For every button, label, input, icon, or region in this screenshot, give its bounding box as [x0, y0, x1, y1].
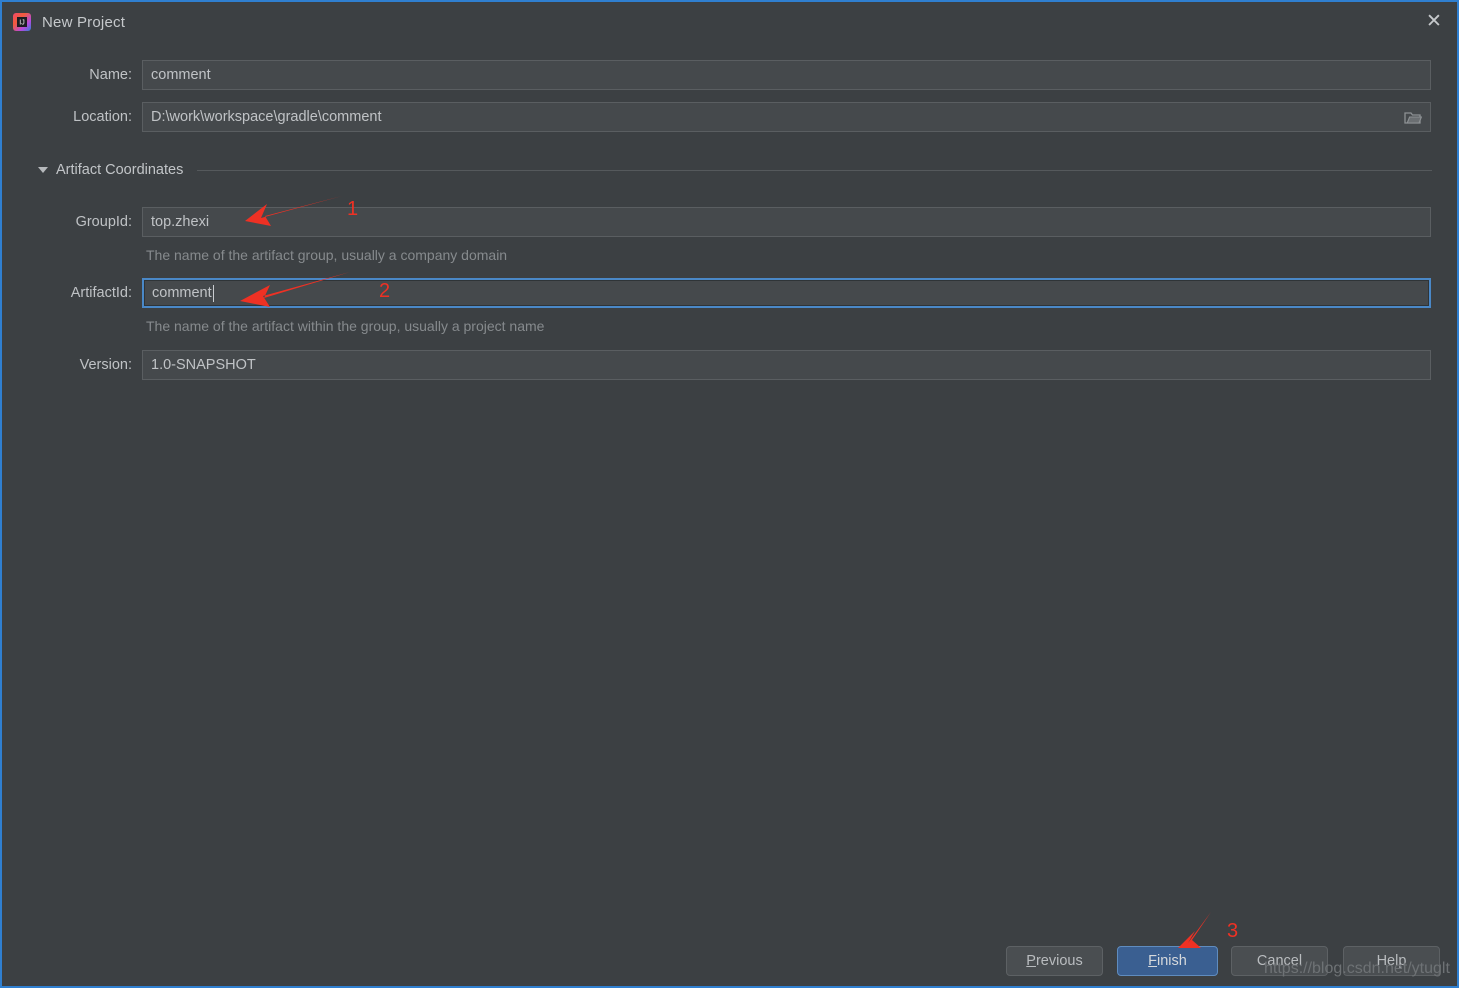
- location-label: Location:: [73, 109, 132, 125]
- folder-icon[interactable]: [1396, 103, 1430, 131]
- annotation-number-2: 2: [379, 280, 391, 302]
- name-label: Name:: [89, 67, 132, 83]
- section-divider: [197, 169, 1432, 171]
- previous-button[interactable]: Previous: [1006, 946, 1103, 976]
- text-caret: [212, 284, 214, 302]
- triangle-down-icon[interactable]: [38, 167, 48, 173]
- artifact-id-label: ArtifactId:: [70, 285, 132, 301]
- dialog-title: New Project: [42, 13, 126, 31]
- version-label: Version:: [79, 357, 132, 373]
- intellij-idea-icon: IJ: [12, 12, 32, 32]
- version-field[interactable]: 1.0-SNAPSHOT: [142, 350, 1431, 380]
- group-id-hint: The name of the artifact group, usually …: [146, 247, 508, 263]
- finish-button[interactable]: Finish: [1117, 946, 1218, 976]
- section-title: Artifact Coordinates: [56, 162, 184, 178]
- finish-mnemonic: F: [1148, 953, 1158, 969]
- artifact-id-field[interactable]: comment: [142, 278, 1431, 308]
- version-row: Version: 1.0-SNAPSHOT: [32, 350, 1432, 380]
- previous-mnemonic: P: [1026, 953, 1036, 969]
- artifact-id-row: ArtifactId: comment: [32, 278, 1432, 308]
- group-id-row: GroupId: top.zhexi: [32, 207, 1432, 237]
- title-bar: IJ New Project ✕: [2, 2, 1457, 42]
- artifact-id-hint: The name of the artifact within the grou…: [146, 318, 545, 334]
- close-icon[interactable]: ✕: [1411, 2, 1457, 40]
- group-id-field[interactable]: top.zhexi: [142, 207, 1431, 237]
- watermark: https://blog.csdn.net/ytuglt: [1264, 960, 1450, 977]
- artifact-id-value: comment: [152, 285, 212, 301]
- new-project-dialog: IJ New Project ✕ Name: comment Location:…: [0, 0, 1459, 988]
- annotation-number-1: 1: [347, 198, 359, 220]
- name-row: Name: comment: [32, 60, 1432, 90]
- finish-label-rest: inish: [1157, 953, 1187, 969]
- previous-label-rest: revious: [1035, 953, 1083, 969]
- artifact-coordinates-section-header[interactable]: Artifact Coordinates: [38, 162, 1432, 178]
- location-row: Location: D:\work\workspace\gradle\comme…: [32, 102, 1432, 132]
- svg-text:IJ: IJ: [19, 20, 24, 27]
- group-id-label: GroupId:: [75, 214, 132, 230]
- name-input[interactable]: comment: [142, 60, 1431, 90]
- annotation-number-3: 3: [1227, 920, 1239, 942]
- location-input[interactable]: D:\work\workspace\gradle\comment: [142, 102, 1431, 132]
